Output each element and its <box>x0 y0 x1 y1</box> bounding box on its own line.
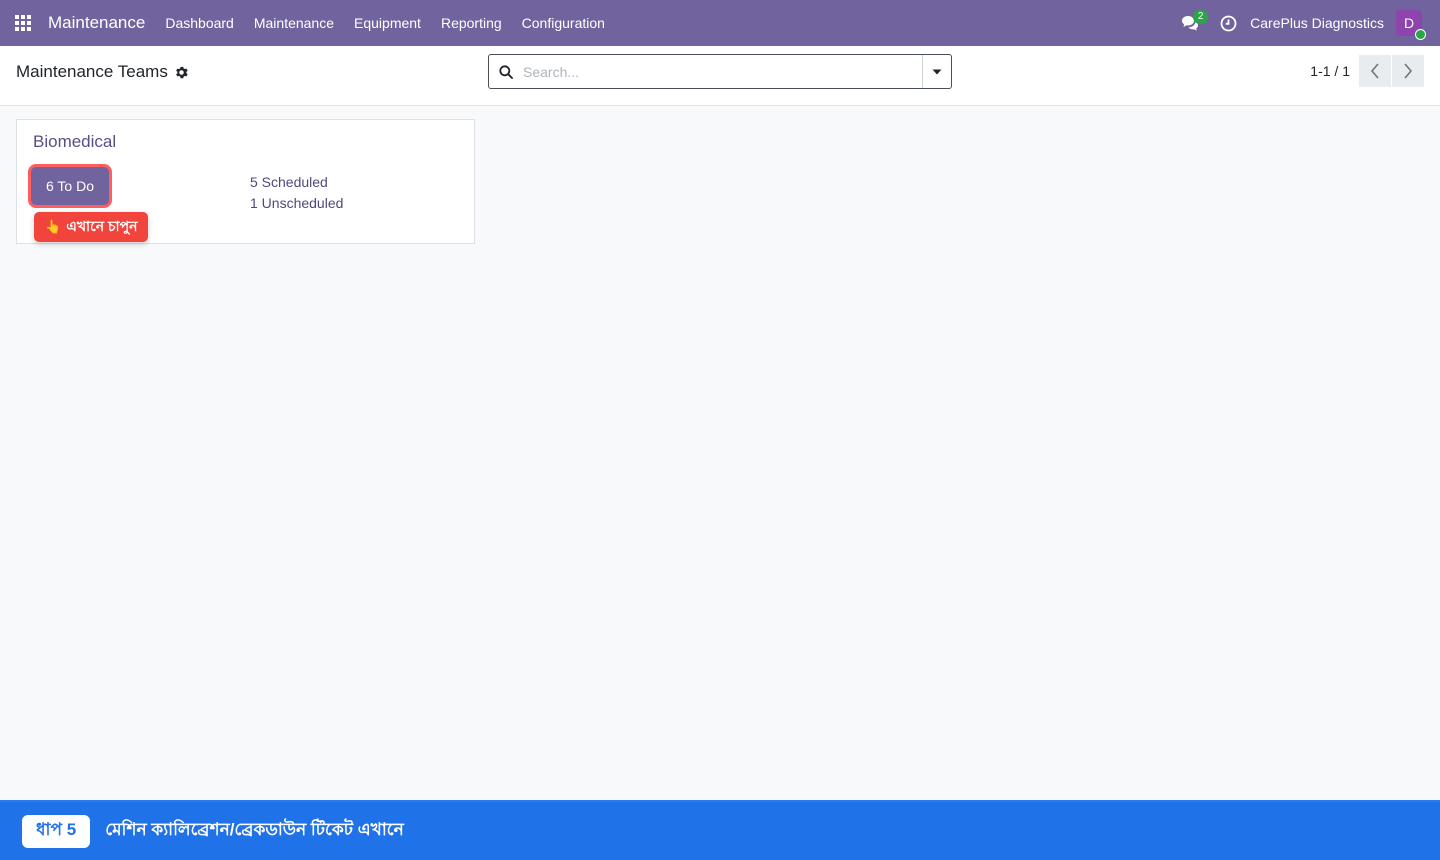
gear-icon[interactable] <box>175 66 188 79</box>
scheduled-link[interactable]: 5 Scheduled <box>250 172 343 193</box>
apps-menu-button[interactable] <box>0 0 46 46</box>
search-bar <box>488 54 952 89</box>
page-title: Maintenance Teams <box>16 62 168 81</box>
search-options-toggle[interactable] <box>922 55 951 88</box>
todo-button[interactable]: 6 To Do <box>31 167 109 205</box>
app-name[interactable]: Maintenance <box>48 13 145 33</box>
messaging-button[interactable]: 2 <box>1172 0 1209 46</box>
main-menu: Dashboard Maintenance Equipment Reportin… <box>155 0 615 46</box>
activity-button[interactable] <box>1208 0 1248 46</box>
request-stats: 5 Scheduled 1 Unscheduled <box>250 172 343 214</box>
menu-maintenance[interactable]: Maintenance <box>244 0 344 46</box>
tap-here-hint: 👆 এখানে চাপুন <box>34 212 149 242</box>
clock-icon <box>1220 15 1237 31</box>
menu-configuration[interactable]: Configuration <box>512 0 615 46</box>
step-banner: ধাপ 5 মেশিন ক্যালিব্রেশন/ব্রেকডাউন টিকেট… <box>0 800 1440 860</box>
control-panel: Maintenance Teams 1-1 / 1 <box>0 46 1440 106</box>
team-card-biomedical: Biomedical 6 To Do 5 Scheduled 1 Unsched… <box>16 119 475 244</box>
pager: 1-1 / 1 <box>1310 55 1424 87</box>
caret-down-icon <box>932 69 942 74</box>
top-navbar: Maintenance Dashboard Maintenance Equipm… <box>0 0 1440 46</box>
hint-label: এখানে চাপুন <box>66 218 138 234</box>
company-switcher[interactable]: CarePlus Diagnostics <box>1248 15 1396 31</box>
pager-next-button[interactable] <box>1392 55 1424 87</box>
pager-value[interactable]: 1-1 / 1 <box>1310 63 1350 79</box>
pointing-hand-icon: 👆 <box>45 219 62 234</box>
menu-reporting[interactable]: Reporting <box>431 0 512 46</box>
user-menu[interactable]: D <box>1396 10 1426 40</box>
unscheduled-link[interactable]: 1 Unscheduled <box>250 193 343 214</box>
chevron-right-icon <box>1404 63 1413 79</box>
pager-previous-button[interactable] <box>1359 55 1391 87</box>
team-name[interactable]: Biomedical <box>33 132 116 152</box>
menu-equipment[interactable]: Equipment <box>344 0 431 46</box>
navbar-systray: 2 CarePlus Diagnostics D <box>1172 0 1440 46</box>
step-instruction: মেশিন ক্যালিব্রেশন/ব্রেকডাউন টিকেট এখানে <box>105 820 404 839</box>
presence-status-dot <box>1415 29 1426 40</box>
search-icon <box>489 64 523 79</box>
chat-count-badge: 2 <box>1193 10 1209 24</box>
chevron-left-icon <box>1370 63 1379 79</box>
step-badge: ধাপ 5 <box>22 814 91 848</box>
search-input[interactable] <box>523 55 922 88</box>
page-title-area: Maintenance Teams <box>16 62 188 82</box>
apps-grid-icon <box>15 15 31 31</box>
menu-dashboard[interactable]: Dashboard <box>155 0 244 46</box>
